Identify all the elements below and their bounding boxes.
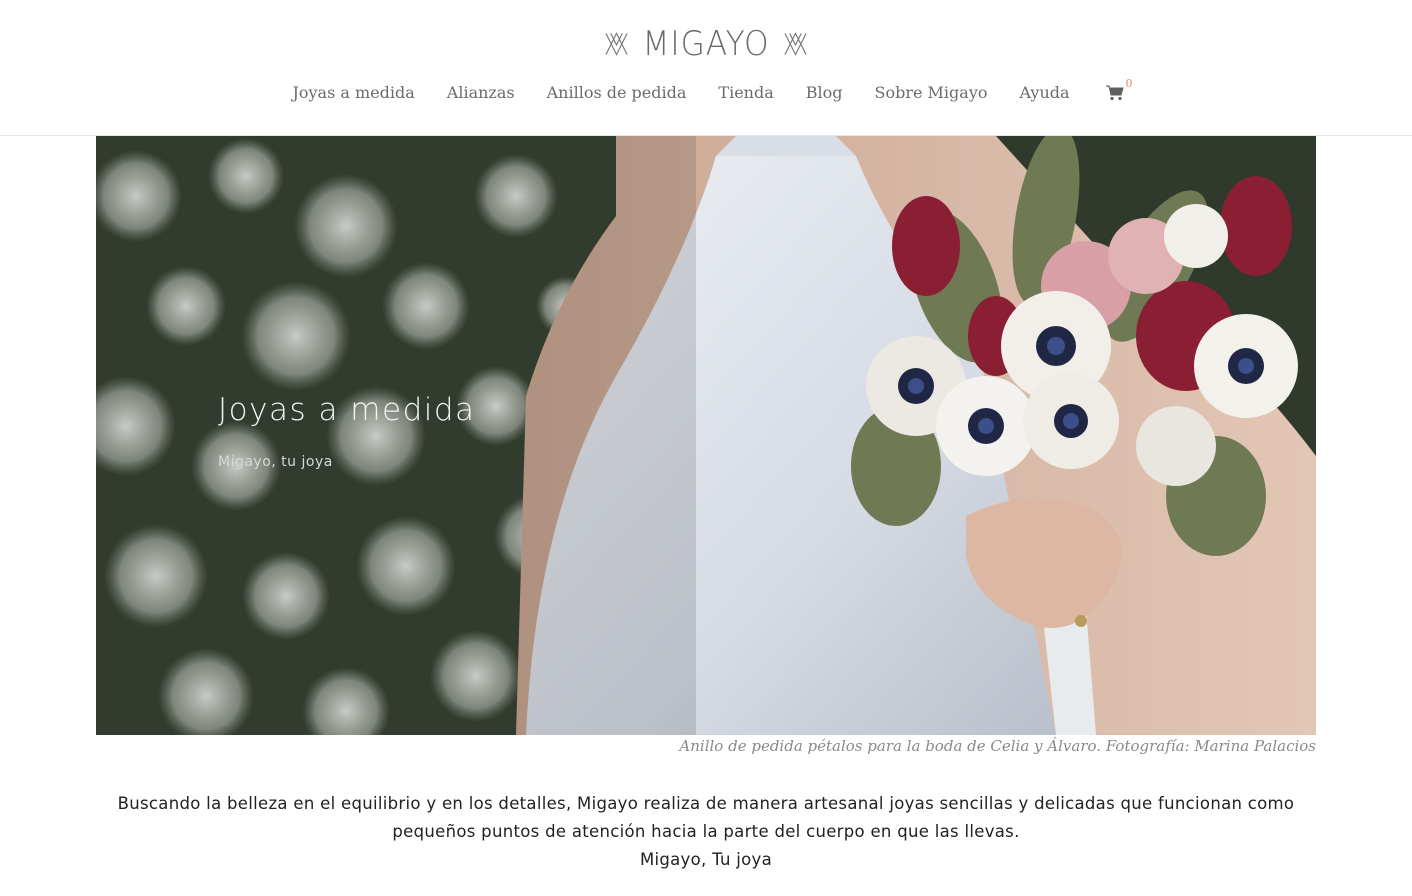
nav-item-anillos-de-pedida[interactable]: Anillos de pedida xyxy=(547,80,687,106)
main-nav: Joyas a medida Alianzas Anillos de pedid… xyxy=(0,77,1412,106)
cart-link[interactable]: 0 xyxy=(1105,77,1136,106)
nav-item-blog[interactable]: Blog xyxy=(806,80,843,106)
nav-item-sobre-migayo[interactable]: Sobre Migayo xyxy=(875,80,988,106)
site-header: MIGAYO Joyas a medida Alianzas Anillos d… xyxy=(0,0,1412,136)
logo-mark-right-icon xyxy=(784,32,807,56)
photo-caption: Anillo de pedida pétalos para la boda de… xyxy=(679,737,1316,755)
hero-photo xyxy=(96,136,1316,735)
intro-text: Buscando la belleza en el equilibrio y e… xyxy=(96,790,1316,874)
nav-item-ayuda[interactable]: Ayuda xyxy=(1020,80,1070,106)
hero-banner: Joyas a medida Migayo, tu joya xyxy=(96,136,1316,735)
intro-paragraph: Buscando la belleza en el equilibrio y e… xyxy=(117,794,1295,841)
logo-text: MIGAYO xyxy=(642,24,770,64)
logo-mark-left-icon xyxy=(605,32,628,56)
nav-item-alianzas[interactable]: Alianzas xyxy=(447,80,515,106)
nav-item-joyas-a-medida[interactable]: Joyas a medida xyxy=(292,80,414,106)
cart-count-badge: 0 xyxy=(1125,77,1133,90)
logo-link[interactable]: MIGAYO xyxy=(604,24,808,64)
hero-subtitle: Migayo, tu joya xyxy=(218,454,333,470)
hero-title: Joyas a medida xyxy=(218,392,476,428)
intro-tagline: Migayo, Tu joya xyxy=(639,850,773,869)
shopping-cart-icon xyxy=(1105,85,1124,101)
nav-item-tienda[interactable]: Tienda xyxy=(718,80,773,106)
